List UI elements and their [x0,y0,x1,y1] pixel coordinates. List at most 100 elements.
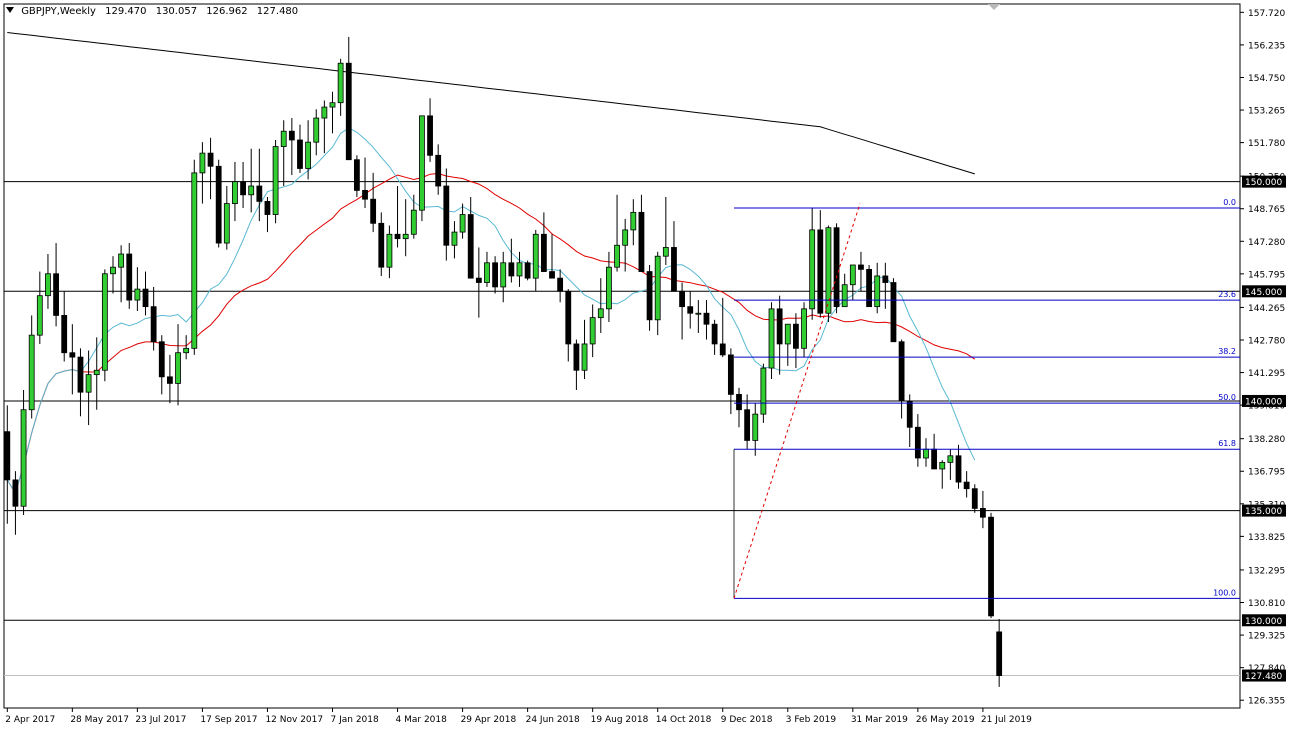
candle-body[interactable] [435,154,442,187]
candle-body[interactable] [809,229,816,310]
candle-body[interactable] [963,481,970,490]
candle-body[interactable] [923,448,929,459]
candle-body[interactable] [175,352,181,384]
candle-body[interactable] [597,308,604,319]
candle-body[interactable] [727,354,734,395]
candle-body[interactable] [313,117,320,143]
candle-body[interactable] [947,455,954,463]
dropdown-arrow-icon[interactable] [6,7,14,13]
candle-body[interactable] [882,275,889,283]
candle-body[interactable] [622,229,629,246]
candle-body[interactable] [475,277,482,283]
candle-body[interactable] [484,262,490,283]
candle-body[interactable] [85,374,92,393]
candle-body[interactable] [841,284,848,308]
candle-body[interactable] [53,273,59,316]
candle-body[interactable] [549,271,555,279]
candle-body[interactable] [581,343,588,371]
candle-body[interactable] [329,102,336,108]
candle-body[interactable] [459,214,466,233]
candle-body[interactable] [20,409,27,507]
candle-body[interactable] [256,185,263,202]
candle-body[interactable] [679,290,685,308]
candle-body[interactable] [232,181,238,204]
candle-body[interactable] [524,262,531,279]
candle-body[interactable] [248,185,255,196]
candle-body[interactable] [508,262,515,277]
candle-body[interactable] [36,295,43,336]
candle-body[interactable] [126,253,133,301]
candle-body[interactable] [272,146,279,215]
candle-body[interactable] [817,229,824,314]
candle-body[interactable] [166,376,173,384]
candle-body[interactable] [77,356,84,393]
candle-body[interactable] [557,277,564,292]
candle-body[interactable] [866,268,872,308]
candle-body[interactable] [101,273,108,371]
candle-body[interactable] [362,190,368,200]
candle-body[interactable] [516,262,523,277]
candle-body[interactable] [630,211,637,231]
candle-body[interactable] [565,290,572,345]
candle-body[interactable] [736,393,742,411]
candle-body[interactable] [419,115,425,211]
candle-body[interactable] [110,266,116,275]
candle-body[interactable] [69,352,76,358]
candle-body[interactable] [906,400,913,428]
candle-body[interactable] [793,323,799,349]
candle-body[interactable] [638,211,645,272]
candle-body[interactable] [931,448,938,470]
candle-body[interactable] [760,367,767,415]
candle-body[interactable] [118,253,125,268]
candle-body[interactable] [427,115,433,156]
candle-body[interactable] [386,233,393,268]
candle-body[interactable] [671,247,677,292]
candle-body[interactable] [280,130,287,147]
candle-body[interactable] [240,181,246,196]
candle-body[interactable] [394,233,401,240]
candle-body[interactable] [874,275,881,308]
candle-body[interactable] [402,233,409,240]
candle-body[interactable] [996,631,1003,676]
candle-body[interactable] [288,130,295,141]
candle-body[interactable] [898,341,905,402]
candle-body[interactable] [540,233,547,272]
candle-body[interactable] [215,165,222,244]
candle-body[interactable] [207,152,214,167]
candle-body[interactable] [752,413,759,441]
candle-body[interactable] [703,312,710,325]
candle-body[interactable] [971,488,978,509]
candle-body[interactable] [662,247,669,257]
price-chart[interactable]: 157.720156.235154.750153.265151.780150.2… [0,0,1290,732]
candle-body[interactable] [321,106,328,119]
candle-body[interactable] [199,152,206,174]
candle-body[interactable] [988,516,994,617]
candle-body[interactable] [980,508,986,518]
candle-body[interactable] [955,455,962,483]
candle-body[interactable] [654,255,661,321]
candle-body[interactable] [264,200,271,215]
candle-body[interactable] [4,431,11,481]
candle-body[interactable] [784,323,791,345]
candle-body[interactable] [443,185,450,246]
candle-body[interactable] [606,266,612,310]
candle-body[interactable] [223,203,230,244]
candle-body[interactable] [500,262,507,288]
candle-body[interactable] [719,343,726,356]
candle-body[interactable] [467,214,474,279]
candle-body[interactable] [687,306,694,314]
candle-body[interactable] [695,312,702,315]
candle-body[interactable] [297,139,303,169]
candle-body[interactable] [61,315,68,354]
candle-body[interactable] [451,231,458,246]
chevron-down-icon[interactable] [988,4,1000,10]
candle-body[interactable] [768,308,775,369]
candle-body[interactable] [305,141,312,169]
candle-body[interactable] [45,273,51,297]
candle-body[interactable] [589,317,596,345]
candle-body[interactable] [150,306,157,343]
candle-body[interactable] [28,334,35,411]
candle-body[interactable] [849,264,856,286]
candle-body[interactable] [12,479,19,507]
candle-body[interactable] [191,172,198,349]
